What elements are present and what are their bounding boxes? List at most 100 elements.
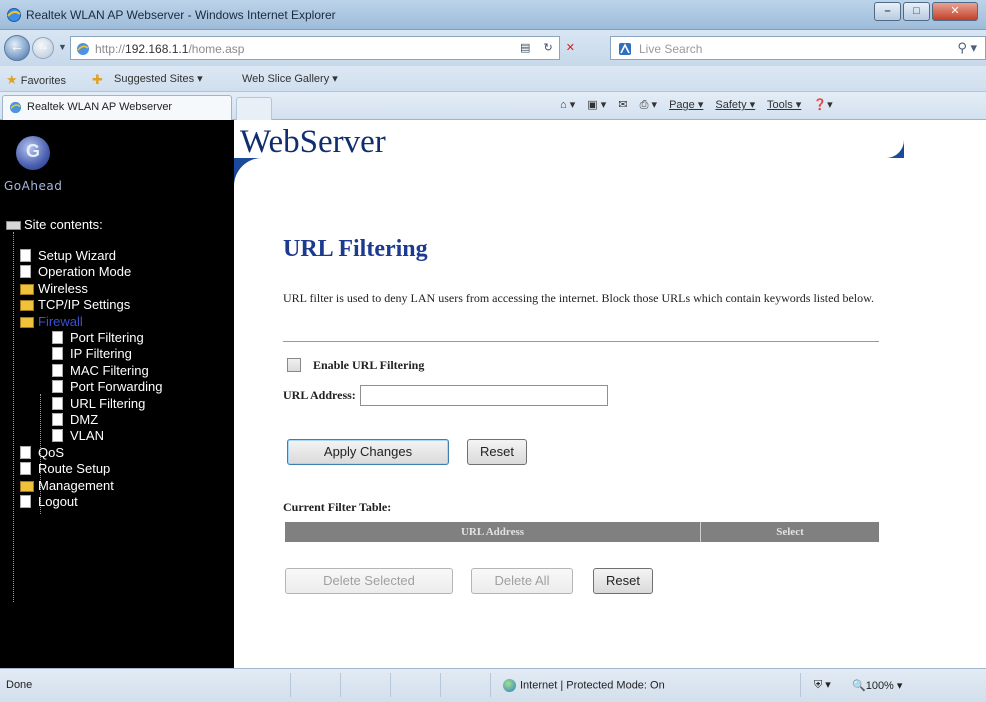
sidebar-item-label: Firewall [38,314,83,329]
status-text: Done [6,679,33,691]
url-prefix: http:// [95,42,126,56]
command-bar: ⌂ ▾ ▣ ▾ ✉ ⎙ ▾ Page ▾ Safety ▾ Tools ▾ ❓▾ [560,98,842,112]
back-arrow-icon: ← [10,38,24,54]
url-path: /home.asp [188,42,245,56]
document-icon [52,413,63,426]
security-zone[interactable]: Internet | Protected Mode: On [503,679,665,692]
address-url[interactable]: http://192.168.1.1/home.asp [95,42,244,56]
new-tab-button[interactable] [236,97,272,120]
page-menu[interactable]: Page ▾ [669,99,703,111]
status-separator [440,673,441,697]
url-address-row: URL Address: [283,385,608,406]
page-icon [77,43,89,55]
url-address-input[interactable] [359,385,608,406]
zoom-level-label: 100% [865,680,894,692]
reset-table-button[interactable]: Reset [593,568,653,594]
address-tools: ▤ ↻ ✕ [520,41,585,54]
sidebar-item-label: Port Forwarding [70,379,163,394]
stop-icon[interactable]: ✕ [566,42,575,54]
tree-connector-line [13,232,14,602]
star-icon: ★ [6,72,18,87]
sidebar-item-label: Operation Mode [38,264,132,279]
web-slice-gallery-label: Web Slice Gallery ▾ [242,73,338,85]
status-separator [390,673,391,697]
select-column-header: Select [701,522,879,542]
apply-changes-button[interactable]: Apply Changes [287,439,449,465]
tools-menu[interactable]: Tools ▾ [767,99,801,111]
forward-button[interactable]: → [32,37,54,59]
search-box[interactable]: Live Search ⚲ ▾ [610,36,986,60]
url-host: 192.168.1.1 [125,42,189,56]
document-icon [52,364,63,377]
compatibility-view-icon[interactable]: ▤ [520,42,530,54]
address-toolbar: ← → ▼ http://192.168.1.1/home.asp ▤ ↻ ✕ … [0,30,986,66]
home-icon[interactable]: ⌂ ▾ [560,99,575,111]
sidebar-item-label: Wireless [38,281,88,296]
tree-root-label: Site contents: [24,217,103,232]
add-favorite-icon[interactable]: ✚ [92,72,103,88]
document-icon [20,495,31,508]
goahead-logo-icon: G [16,136,50,170]
read-mail-icon[interactable]: ✉ [618,99,627,111]
close-button[interactable]: ✕ [932,2,978,21]
enable-url-filtering-checkbox[interactable] [287,358,301,373]
folder-icon [20,481,34,492]
window-titlebar: Realtek WLAN AP Webserver - Windows Inte… [0,0,986,30]
site-title: WebServer [240,124,386,160]
page-title: URL Filtering [283,236,428,262]
security-zone-label: Internet | Protected Mode: On [520,679,665,692]
feeds-icon[interactable]: ▣ ▾ [587,99,606,111]
zoom-level[interactable]: 🔍100% ▾ [852,679,902,692]
document-icon [20,265,31,278]
print-icon[interactable]: ⎙ ▾ [640,99,657,111]
document-icon [52,331,63,344]
folder-icon [20,284,34,295]
divider [283,341,879,342]
internet-explorer-icon [7,8,21,22]
maximize-button[interactable]: □ [903,2,930,21]
favorites-bar: ★ Favorites ✚ Suggested Sites ▾ Web Slic… [0,66,986,92]
favorites-label: Favorites [20,75,66,87]
sidebar-item-label: TCP/IP Settings [38,297,131,312]
live-search-icon [619,43,631,55]
reset-button[interactable]: Reset [467,439,527,465]
internet-globe-icon [503,679,516,692]
recent-pages-dropdown-icon[interactable]: ▼ [58,42,67,52]
sidebar-item-label: Setup Wizard [38,248,117,263]
minimize-button[interactable]: – [874,2,901,21]
delete-all-button[interactable]: Delete All [471,568,573,594]
document-icon [52,347,63,360]
sidebar-item-label: Route Setup [38,461,111,476]
header-banner: WebServer [234,120,904,210]
folder-icon [20,300,34,311]
document-icon [20,446,31,459]
sidebar-item-label: DMZ [70,412,99,427]
enable-url-filtering-label: Enable URL Filtering [313,357,425,372]
protected-mode-icon[interactable]: ⛨ ▾ [814,678,831,692]
forward-arrow-icon: → [37,39,49,53]
browser-tab[interactable]: Realtek WLAN AP Webserver [2,95,232,120]
url-address-column-header: URL Address [285,522,701,542]
safety-menu[interactable]: Safety ▾ [715,99,755,111]
sidebar-item-label: VLAN [70,428,104,443]
current-filter-table: URL Address Select [285,522,879,542]
help-icon[interactable]: ❓▾ [813,99,832,111]
address-bar[interactable]: http://192.168.1.1/home.asp [70,36,560,60]
tab-bar: Realtek WLAN AP Webserver ⌂ ▾ ▣ ▾ ✉ ⎙ ▾ … [0,92,986,120]
site-contents-icon [6,221,21,230]
back-button[interactable]: ← [4,35,30,61]
minimize-icon: – [884,5,891,17]
status-separator [800,673,801,697]
suggested-sites-label: Suggested Sites ▾ [114,73,203,85]
tab-page-icon [9,101,22,114]
close-icon: ✕ [950,5,960,17]
delete-selected-button[interactable]: Delete Selected [285,568,453,594]
favorites-button[interactable]: ★ Favorites [6,72,66,88]
refresh-icon[interactable]: ↻ [543,42,552,54]
document-icon [52,380,63,393]
web-slice-gallery-link[interactable]: Web Slice Gallery ▾ [242,72,338,85]
search-icon[interactable]: ⚲ ▾ [957,40,977,56]
suggested-sites-link[interactable]: Suggested Sites ▾ [114,72,203,85]
sidebar-item-label: Logout [38,494,78,509]
enable-url-filtering-row: Enable URL Filtering [287,357,424,373]
